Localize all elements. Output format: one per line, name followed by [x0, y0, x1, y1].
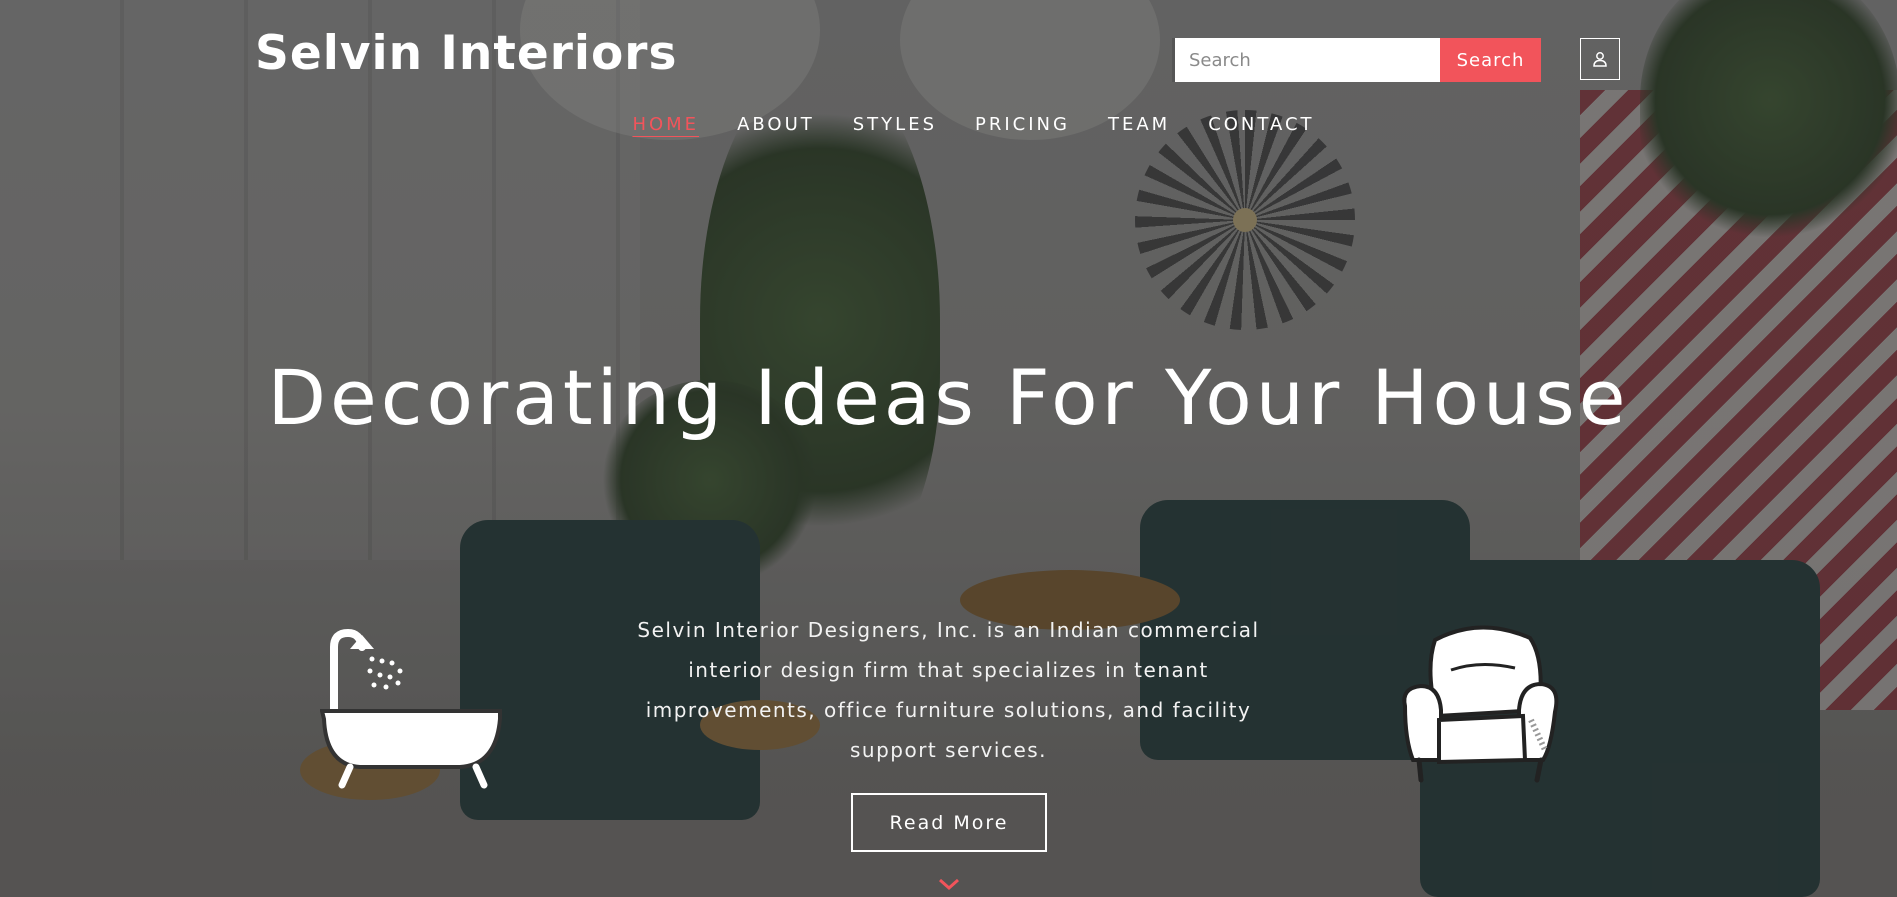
nav-pricing[interactable]: PRICING [975, 114, 1070, 135]
search-form: Search [1172, 38, 1541, 82]
user-icon [1593, 52, 1607, 67]
nav-team[interactable]: TEAM [1108, 114, 1170, 135]
search-input[interactable] [1172, 38, 1440, 82]
bathtub-icon [320, 628, 502, 789]
nav-home[interactable]: HOME [632, 114, 699, 135]
main-navigation: HOME ABOUT STYLES PRICING TEAM CONTACT [0, 114, 1897, 135]
armchair-icon [1402, 625, 1559, 783]
user-account-button[interactable] [1580, 38, 1620, 80]
read-more-button[interactable]: Read More [851, 793, 1047, 852]
chevron-down-icon[interactable] [938, 878, 960, 892]
hero-title: Decorating Ideas For Your House [267, 353, 1630, 442]
site-brand[interactable]: Selvin Interiors [255, 26, 677, 81]
nav-styles[interactable]: STYLES [853, 114, 937, 135]
hero-description: Selvin Interior Designers, Inc. is an In… [637, 618, 1260, 762]
nav-about[interactable]: ABOUT [737, 114, 815, 135]
nav-contact[interactable]: CONTACT [1208, 114, 1314, 135]
search-button[interactable]: Search [1440, 38, 1541, 82]
